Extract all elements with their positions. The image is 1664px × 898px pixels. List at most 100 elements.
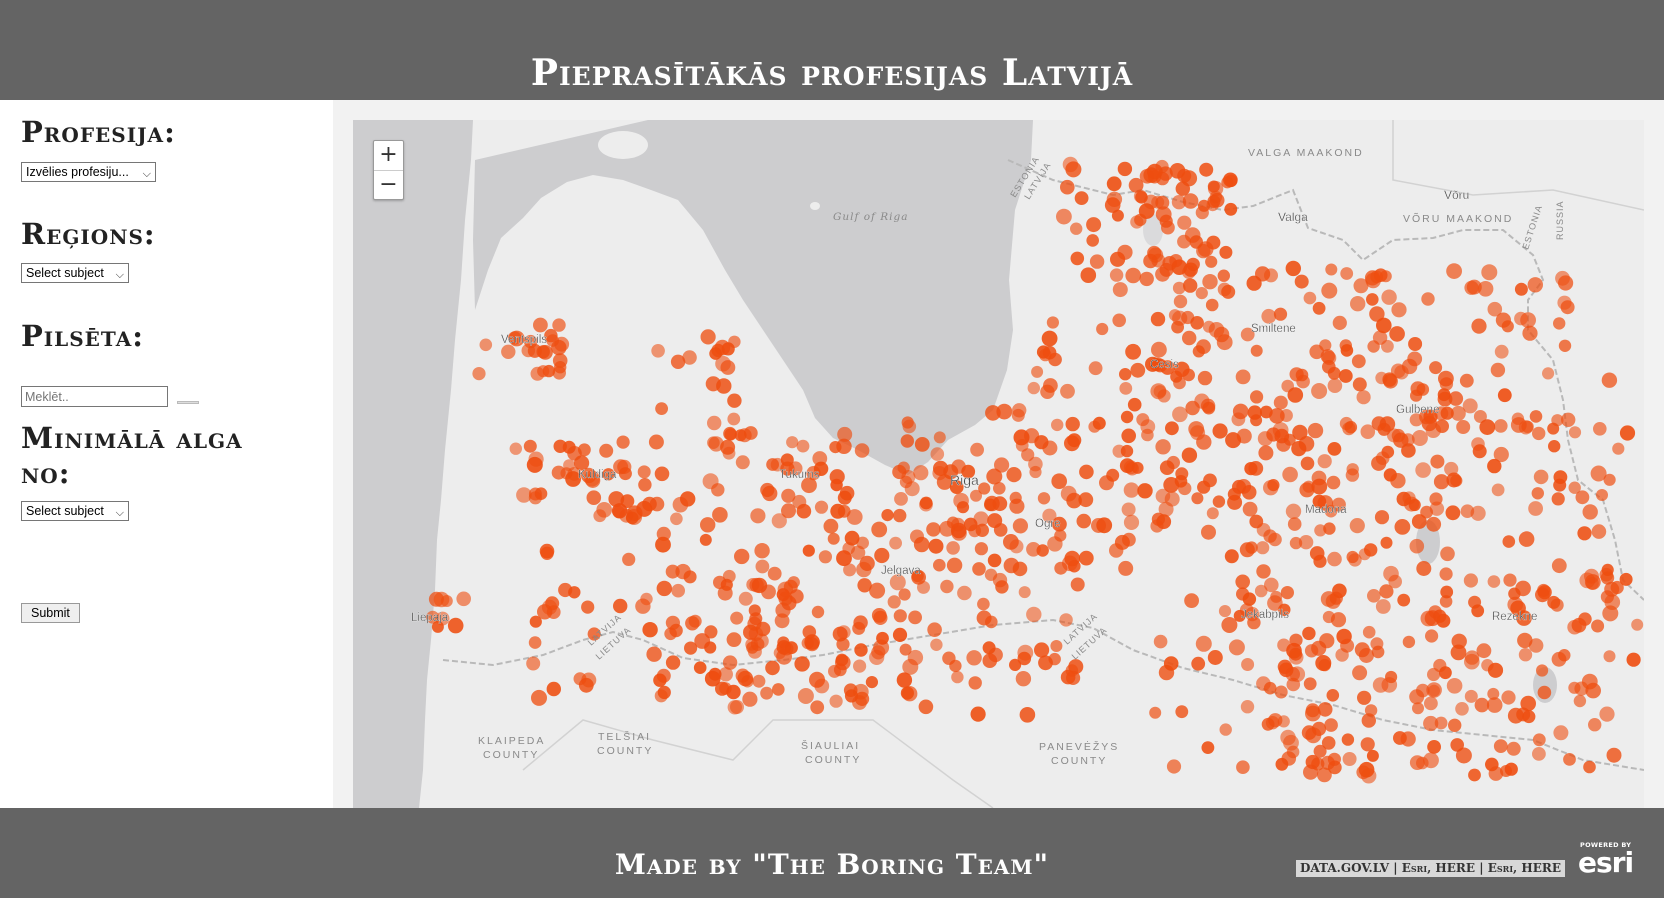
job-marker[interactable]	[1021, 448, 1035, 462]
job-marker[interactable]	[1119, 382, 1133, 395]
job-marker[interactable]	[642, 622, 658, 638]
job-marker[interactable]	[746, 578, 760, 592]
job-marker[interactable]	[881, 509, 894, 522]
job-marker[interactable]	[1173, 294, 1188, 309]
job-marker[interactable]	[1282, 466, 1298, 483]
job-marker[interactable]	[1212, 423, 1228, 439]
job-marker[interactable]	[1319, 339, 1332, 352]
job-marker[interactable]	[1342, 752, 1357, 766]
job-marker[interactable]	[727, 393, 742, 408]
job-marker[interactable]	[726, 632, 742, 647]
job-marker[interactable]	[1178, 481, 1192, 496]
job-marker[interactable]	[1123, 460, 1138, 475]
job-marker[interactable]	[1470, 505, 1486, 521]
job-marker[interactable]	[1242, 501, 1258, 517]
job-marker[interactable]	[700, 329, 716, 345]
job-marker[interactable]	[1577, 526, 1592, 541]
job-marker[interactable]	[1106, 176, 1122, 192]
job-marker[interactable]	[1325, 263, 1338, 276]
job-marker[interactable]	[1485, 757, 1499, 772]
job-marker[interactable]	[796, 439, 810, 453]
job-marker[interactable]	[1315, 655, 1332, 671]
job-marker[interactable]	[727, 412, 741, 426]
job-marker[interactable]	[1112, 313, 1126, 328]
job-marker[interactable]	[1289, 647, 1303, 661]
job-marker[interactable]	[908, 610, 922, 625]
job-marker[interactable]	[1042, 345, 1057, 360]
job-marker[interactable]	[1265, 716, 1280, 730]
job-marker[interactable]	[1165, 421, 1179, 436]
job-marker[interactable]	[1501, 690, 1516, 705]
job-marker[interactable]	[1221, 176, 1234, 189]
region-select[interactable]: Select subject ⌵	[21, 263, 129, 283]
job-marker[interactable]	[893, 609, 907, 623]
job-marker[interactable]	[1303, 764, 1319, 780]
job-marker[interactable]	[1517, 632, 1533, 649]
job-marker[interactable]	[642, 496, 657, 512]
job-marker[interactable]	[928, 538, 944, 554]
job-marker[interactable]	[1518, 648, 1533, 662]
job-marker[interactable]	[1430, 454, 1445, 469]
job-marker[interactable]	[456, 591, 471, 607]
job-marker[interactable]	[1507, 707, 1524, 724]
job-marker[interactable]	[509, 442, 522, 455]
job-marker[interactable]	[1091, 518, 1106, 533]
job-marker[interactable]	[1404, 496, 1419, 512]
job-marker[interactable]	[670, 354, 686, 369]
job-marker[interactable]	[827, 532, 840, 545]
job-marker[interactable]	[1574, 681, 1589, 696]
job-marker[interactable]	[1201, 741, 1215, 754]
job-marker[interactable]	[1089, 254, 1105, 269]
job-marker[interactable]	[599, 443, 614, 458]
job-marker[interactable]	[986, 468, 1003, 485]
job-marker[interactable]	[1329, 591, 1343, 605]
job-marker[interactable]	[1313, 554, 1327, 568]
job-marker[interactable]	[977, 597, 990, 611]
job-marker[interactable]	[1088, 420, 1101, 433]
job-marker[interactable]	[1408, 337, 1423, 351]
job-marker[interactable]	[1303, 291, 1317, 305]
job-marker[interactable]	[802, 544, 815, 557]
job-marker[interactable]	[1256, 676, 1271, 691]
job-marker[interactable]	[1250, 414, 1263, 427]
job-marker[interactable]	[626, 509, 643, 525]
job-marker[interactable]	[1357, 690, 1372, 705]
job-marker[interactable]	[1528, 501, 1543, 516]
job-marker[interactable]	[727, 700, 742, 715]
job-marker[interactable]	[1423, 752, 1439, 769]
job-marker[interactable]	[760, 686, 773, 700]
job-marker[interactable]	[894, 492, 908, 506]
job-marker[interactable]	[1280, 586, 1294, 600]
job-marker[interactable]	[651, 344, 665, 358]
job-marker[interactable]	[1548, 440, 1561, 453]
job-marker[interactable]	[1311, 640, 1327, 656]
job-marker[interactable]	[1360, 737, 1375, 752]
job-marker[interactable]	[1157, 389, 1171, 403]
job-marker[interactable]	[1551, 414, 1564, 427]
job-marker[interactable]	[1324, 718, 1338, 732]
job-marker[interactable]	[1601, 563, 1614, 576]
job-marker[interactable]	[1440, 546, 1455, 562]
job-marker[interactable]	[1397, 593, 1411, 607]
job-marker[interactable]	[996, 403, 1013, 420]
job-marker[interactable]	[1199, 162, 1214, 177]
job-marker[interactable]	[742, 691, 758, 707]
job-marker[interactable]	[876, 631, 889, 645]
job-marker[interactable]	[1202, 320, 1215, 333]
job-marker[interactable]	[774, 613, 790, 629]
job-marker[interactable]	[1066, 492, 1082, 509]
job-marker[interactable]	[786, 436, 799, 449]
job-marker[interactable]	[746, 641, 759, 654]
job-marker[interactable]	[918, 699, 934, 715]
job-marker[interactable]	[1217, 269, 1230, 282]
job-marker[interactable]	[447, 617, 464, 634]
job-marker[interactable]	[1196, 339, 1211, 355]
job-marker[interactable]	[622, 552, 636, 566]
job-marker[interactable]	[951, 670, 964, 684]
job-marker[interactable]	[1236, 587, 1250, 601]
job-marker[interactable]	[1322, 360, 1336, 374]
job-marker[interactable]	[1356, 390, 1371, 405]
job-marker[interactable]	[670, 512, 683, 526]
job-marker[interactable]	[1506, 741, 1521, 756]
job-marker[interactable]	[1531, 487, 1545, 500]
